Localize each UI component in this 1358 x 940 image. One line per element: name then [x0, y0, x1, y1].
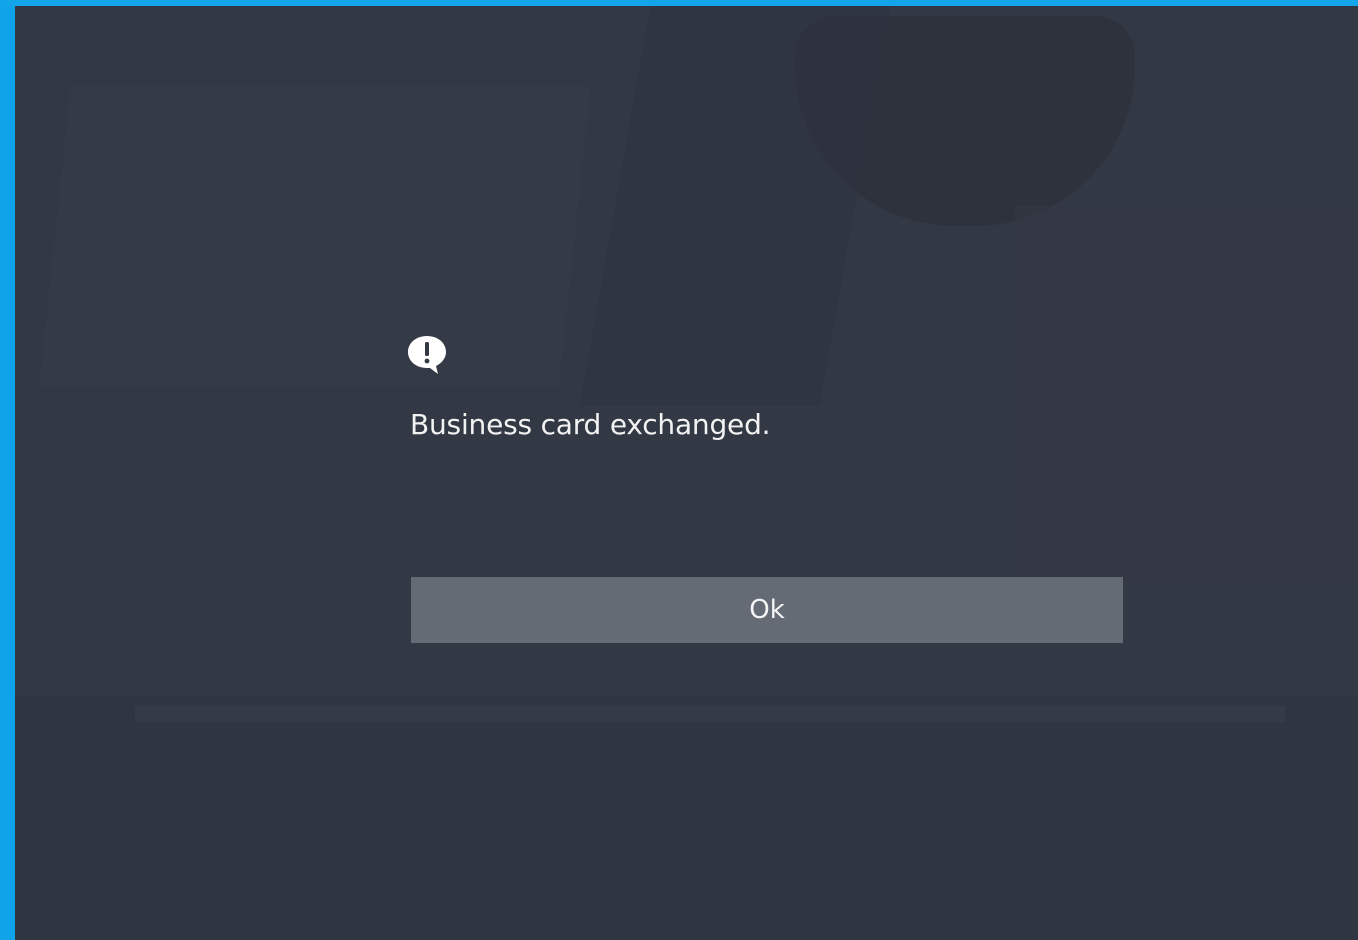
- ok-button[interactable]: Ok: [411, 577, 1123, 643]
- dialog-message: Business card exchanged.: [410, 408, 771, 441]
- notification-dialog: Business card exchanged. Ok: [396, 324, 1123, 654]
- alert-speech-bubble-icon: [404, 332, 450, 378]
- background-shape: [135, 706, 1285, 722]
- background-shape: [15, 696, 1358, 940]
- app-window: Business card exchanged. Ok: [0, 0, 1358, 940]
